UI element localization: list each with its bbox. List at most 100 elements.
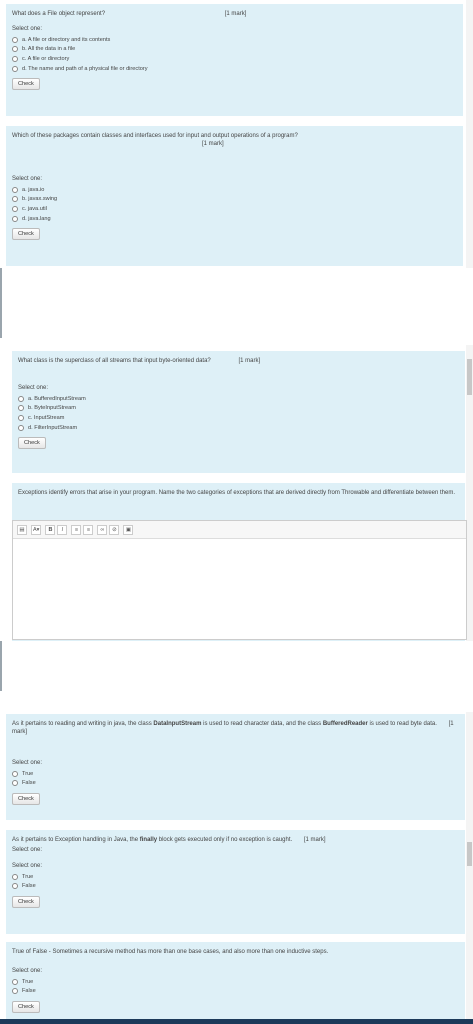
option-label: b. ByteInputStream bbox=[28, 405, 76, 412]
radio-button[interactable] bbox=[12, 978, 18, 985]
window-edge bbox=[0, 268, 2, 338]
unlink-icon[interactable]: ⊘ bbox=[109, 524, 120, 535]
option-row[interactable]: c. java.util bbox=[12, 204, 457, 214]
radio-button[interactable] bbox=[12, 988, 18, 995]
option-label: b. javax.swing bbox=[22, 196, 58, 203]
image-icon[interactable]: ▣ bbox=[123, 524, 134, 535]
question-6-text: As it pertains to Exception handling in … bbox=[12, 836, 459, 844]
radio-button[interactable] bbox=[12, 205, 18, 212]
check-button[interactable]: Check bbox=[12, 896, 40, 909]
radio-button[interactable] bbox=[12, 770, 18, 777]
radio-button[interactable] bbox=[18, 405, 24, 412]
question-5-text: As it pertains to reading and writing in… bbox=[12, 720, 459, 736]
option-row[interactable]: False bbox=[12, 779, 459, 789]
radio-button[interactable] bbox=[12, 883, 18, 890]
question-4-prompt: Exceptions identify errors that arise in… bbox=[18, 490, 456, 496]
check-button[interactable]: Check bbox=[18, 437, 46, 450]
option-row[interactable]: b. All the data in a file bbox=[12, 45, 457, 55]
radio-button[interactable] bbox=[12, 780, 18, 787]
option-row[interactable]: d. The name and path of a physical file … bbox=[12, 64, 457, 74]
select-one-label: Select one: bbox=[12, 760, 43, 766]
question-2-prompt: Which of these packages contain classes … bbox=[12, 133, 298, 139]
question-1-mark: [1 mark] bbox=[224, 11, 247, 17]
option-label: c. InputStream bbox=[28, 414, 65, 421]
question-6-prompt-part: block gets executed only if no exception… bbox=[157, 837, 293, 843]
toolbar-toggle-icon[interactable]: ▤ bbox=[17, 524, 27, 535]
question-1: What does a File object represent? [1 ma… bbox=[6, 4, 463, 116]
option-label: False bbox=[22, 780, 36, 787]
check-button[interactable]: Check bbox=[12, 1001, 40, 1014]
scrollbar-thumb[interactable] bbox=[467, 359, 472, 395]
question-2: Which of these packages contain classes … bbox=[6, 126, 463, 266]
option-row[interactable]: d. FilterInputStream bbox=[18, 423, 459, 433]
option-row[interactable]: True bbox=[12, 769, 459, 779]
scrollbar-track[interactable] bbox=[466, 0, 473, 268]
radio-button[interactable] bbox=[12, 873, 18, 880]
numbered-list-icon[interactable]: ≡ bbox=[83, 524, 94, 535]
question-1-text: What does a File object represent? [1 ma… bbox=[12, 10, 457, 18]
option-label: True bbox=[22, 873, 34, 880]
option-label: b. All the data in a file bbox=[22, 46, 76, 53]
option-row[interactable]: True bbox=[12, 977, 459, 987]
check-button[interactable]: Check bbox=[12, 793, 40, 806]
radio-button[interactable] bbox=[18, 395, 24, 402]
question-6: As it pertains to Exception handling in … bbox=[6, 830, 465, 934]
option-label: d. The name and path of a physical file … bbox=[22, 65, 148, 72]
radio-button[interactable] bbox=[12, 46, 18, 53]
bullet-list-icon[interactable]: ≡ bbox=[71, 524, 82, 535]
option-row[interactable]: b. ByteInputStream bbox=[18, 404, 459, 414]
option-row[interactable]: d. java.lang bbox=[12, 214, 457, 224]
option-row[interactable]: a. java.io bbox=[12, 185, 457, 195]
option-label: False bbox=[22, 883, 36, 890]
question-7: True of False - Sometimes a recursive me… bbox=[6, 942, 465, 1019]
option-row[interactable]: b. javax.swing bbox=[12, 195, 457, 205]
option-label: a. A file or directory and its contents bbox=[22, 36, 111, 43]
question-3-prompt: What class is the superclass of all stre… bbox=[18, 358, 211, 364]
font-size-label: A bbox=[33, 526, 37, 533]
question-3: What class is the superclass of all stre… bbox=[12, 351, 465, 473]
option-row[interactable]: False bbox=[12, 882, 459, 892]
select-one-label: Select one: bbox=[12, 968, 43, 974]
option-label: True bbox=[22, 978, 34, 985]
italic-button[interactable]: I bbox=[57, 524, 68, 535]
taskbar bbox=[0, 1019, 473, 1024]
question-2-mark: [1 mark] bbox=[202, 141, 224, 147]
option-row[interactable]: a. A file or directory and its contents bbox=[12, 35, 457, 45]
select-one-label: Select one: bbox=[18, 385, 49, 391]
option-row[interactable]: False bbox=[12, 987, 459, 997]
link-icon[interactable]: ∞ bbox=[97, 524, 108, 535]
radio-button[interactable] bbox=[12, 196, 18, 203]
question-5-prompt-part: is used to read character data, and the … bbox=[201, 721, 323, 727]
option-row[interactable]: True bbox=[12, 872, 459, 882]
link-group: ∞ ⊘ bbox=[97, 524, 120, 535]
question-6-prompt-part: As it pertains to Exception handling in … bbox=[12, 837, 140, 843]
radio-button[interactable] bbox=[12, 215, 18, 222]
radio-button[interactable] bbox=[18, 424, 24, 431]
question-3-text: What class is the superclass of all stre… bbox=[18, 357, 459, 365]
option-row[interactable]: a. BufferedInputStream bbox=[18, 394, 459, 404]
radio-button[interactable] bbox=[12, 65, 18, 72]
format-group: B I bbox=[45, 524, 68, 535]
check-button[interactable]: Check bbox=[12, 78, 40, 91]
class-name: DataInputStream bbox=[153, 721, 202, 727]
option-row[interactable]: c. A file or directory bbox=[12, 54, 457, 64]
option-row[interactable]: c. InputStream bbox=[18, 413, 459, 423]
bold-button[interactable]: B bbox=[45, 524, 56, 535]
class-name: BufferedReader bbox=[322, 721, 368, 727]
question-3-mark: [1 mark] bbox=[238, 358, 261, 364]
list-group: ≡ ≡ bbox=[71, 524, 94, 535]
editor-text-area[interactable] bbox=[13, 539, 466, 639]
radio-button[interactable] bbox=[12, 36, 18, 43]
radio-button[interactable] bbox=[18, 414, 24, 421]
option-label: c. A file or directory bbox=[22, 55, 70, 62]
radio-button[interactable] bbox=[12, 55, 18, 62]
radio-button[interactable] bbox=[12, 186, 18, 193]
option-label: False bbox=[22, 988, 36, 995]
answer-editor[interactable]: ▤ A ▾ B I ≡ ≡ ∞ ⊘ ▣ bbox=[12, 520, 467, 640]
check-button[interactable]: Check bbox=[12, 228, 40, 241]
option-label: c. java.util bbox=[22, 205, 47, 212]
scrollbar-thumb[interactable] bbox=[467, 842, 472, 866]
font-size-dropdown[interactable]: A ▾ bbox=[31, 524, 42, 535]
option-label: True bbox=[22, 770, 34, 777]
option-label: a. java.io bbox=[22, 186, 45, 193]
